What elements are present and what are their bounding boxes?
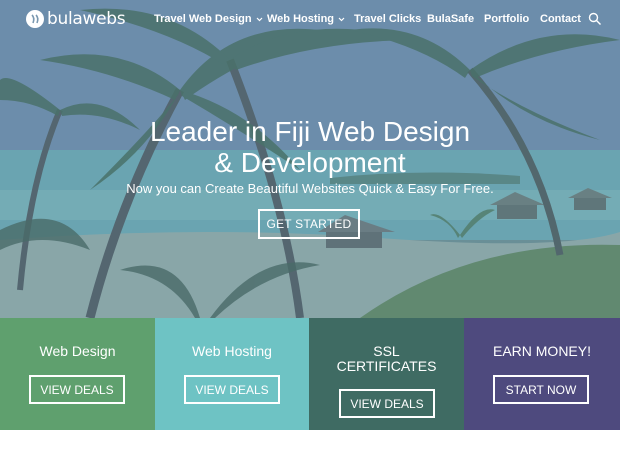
hero-title-line-2: & Development <box>214 147 406 178</box>
brand-name: bulawebs <box>47 9 126 29</box>
card-title-line-1: SSL <box>373 343 400 359</box>
nav-item-label: Portfolio <box>484 13 530 25</box>
nav-item-label: BulaSafe <box>427 13 475 25</box>
nav-item-travel-web-design[interactable]: Travel Web Design <box>154 13 263 25</box>
nav-item-bulasafe[interactable]: BulaSafe <box>427 13 474 25</box>
hero-title-line-1: Leader in Fiji Web Design <box>149 116 471 147</box>
card-web-hosting: Web Hosting VIEW DEALS <box>155 318 309 430</box>
card-title-line-2: CERTIFICATES <box>336 358 437 374</box>
nav-item-web-hosting[interactable]: Web Hosting <box>267 13 345 25</box>
card-ssl-certificates: SSL CERTIFICATES VIEW DEALS <box>309 318 464 444</box>
start-now-button[interactable]: START NOW <box>493 375 589 404</box>
chevron-down-icon <box>338 17 345 21</box>
nav-item-label: Travel Clicks <box>354 13 422 25</box>
get-started-button[interactable]: GET STARTED <box>258 209 360 239</box>
view-deals-button[interactable]: VIEW DEALS <box>184 375 280 404</box>
chevron-down-icon <box>256 17 263 21</box>
nav-item-travel-clicks[interactable]: Travel Clicks <box>354 13 421 25</box>
card-title: SSL CERTIFICATES <box>337 344 437 374</box>
hero-subtitle: Now you can Create Beautiful Websites Qu… <box>126 181 494 196</box>
nav-item-label: Web Hosting <box>267 13 335 25</box>
page-footer-area <box>0 430 620 464</box>
card-title: Web Hosting <box>192 343 272 359</box>
hero-title: Leader in Fiji Web Design & Development <box>0 116 620 178</box>
view-deals-button[interactable]: VIEW DEALS <box>29 375 125 404</box>
nav-item-label: Travel Web Design <box>154 13 252 25</box>
nav-item-contact[interactable]: Contact <box>540 13 581 25</box>
nav-item-label: Contact <box>540 13 581 25</box>
view-deals-button[interactable]: VIEW DEALS <box>339 389 435 418</box>
search-icon[interactable] <box>588 12 602 26</box>
top-navigation: bulawebs Travel Web Design Web Hosting T… <box>0 0 620 40</box>
logo-icon <box>26 10 44 28</box>
card-title: EARN MONEY! <box>492 343 591 359</box>
card-web-design: Web Design VIEW DEALS <box>0 318 155 430</box>
card-title: Web Design <box>39 343 116 359</box>
brand-logo[interactable]: bulawebs <box>26 9 126 29</box>
card-earn-money: EARN MONEY! START NOW <box>464 318 620 430</box>
nav-item-portfolio[interactable]: Portfolio <box>484 13 529 25</box>
